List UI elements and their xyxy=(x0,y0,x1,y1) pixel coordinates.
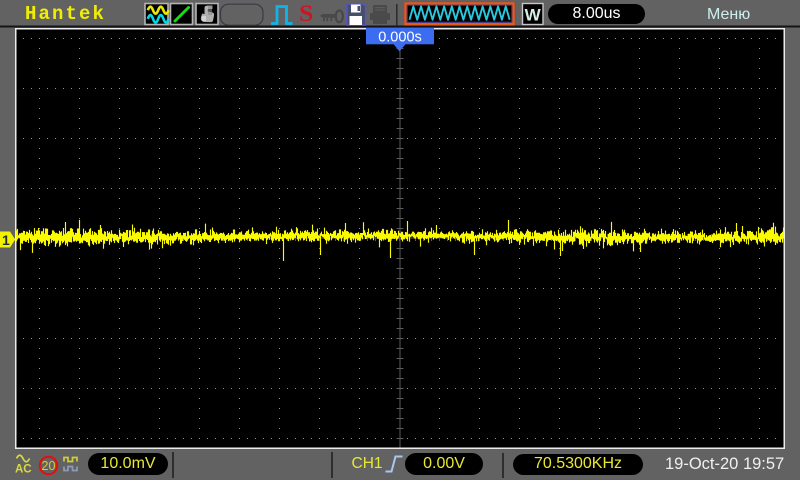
svg-text:1: 1 xyxy=(2,232,10,248)
svg-text:0.000s: 0.000s xyxy=(378,30,422,46)
svg-text:AC: AC xyxy=(15,464,32,476)
svg-text:W: W xyxy=(525,6,542,25)
svg-text:20: 20 xyxy=(42,459,56,473)
